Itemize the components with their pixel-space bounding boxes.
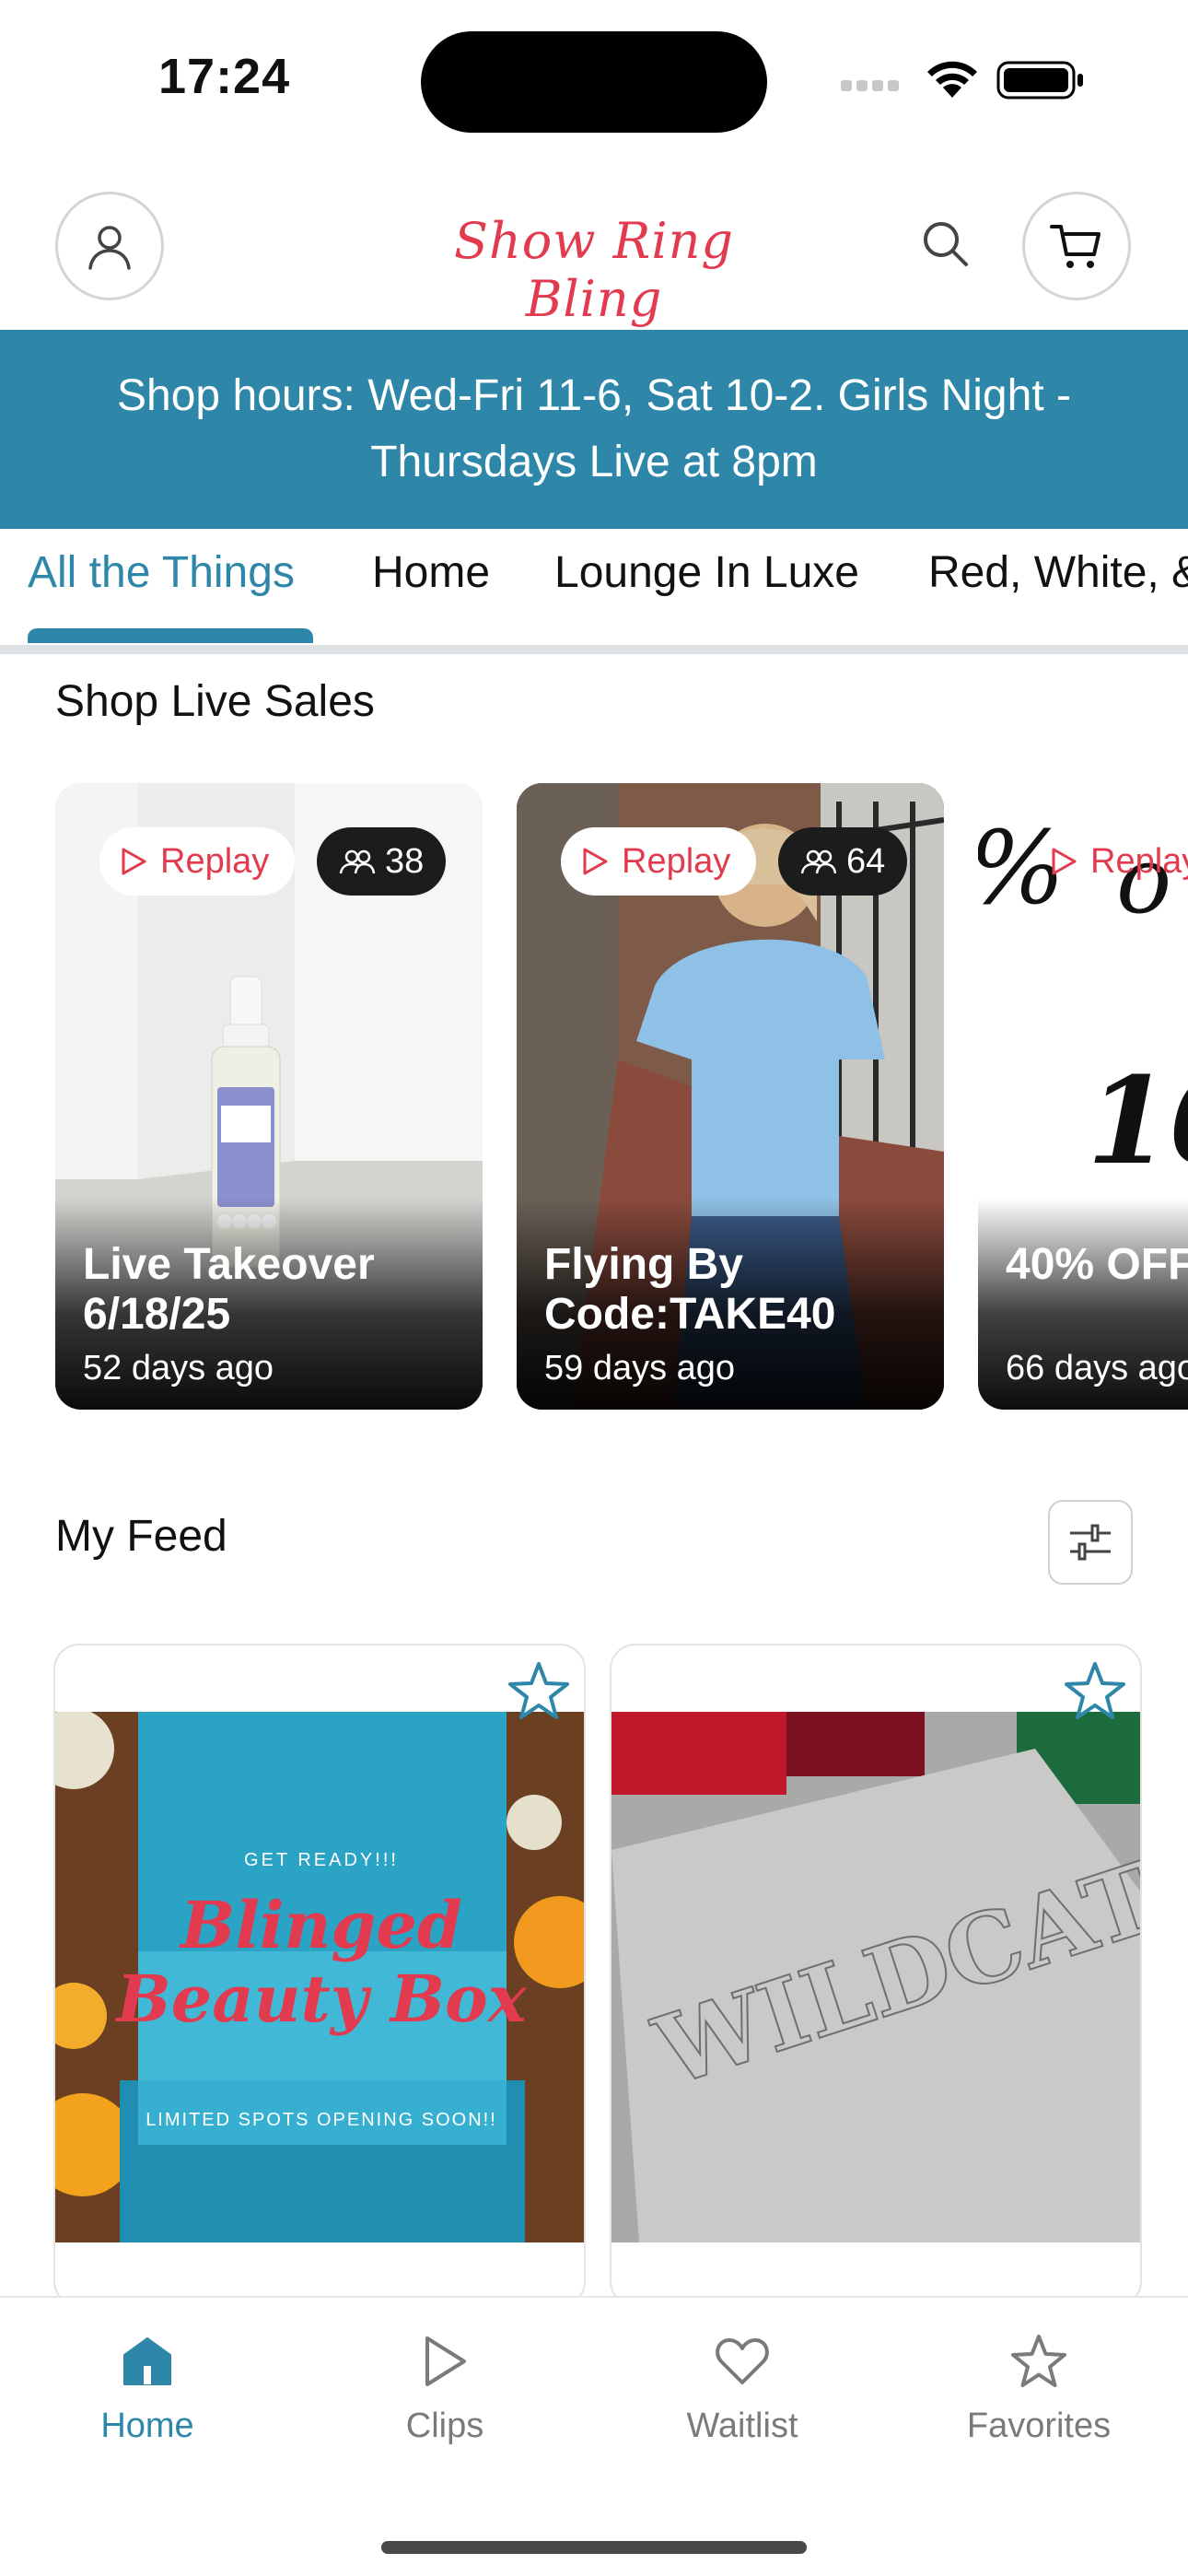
beauty-box-footnote: LIMITED SPOTS OPENING SOON!! <box>146 2110 497 2130</box>
replay-label: Replay <box>160 841 270 881</box>
live-sales-carousel[interactable]: Replay 38 Live Takeover 6/18/25 52 days … <box>0 783 1188 1410</box>
store-logo[interactable]: Show Ring Bling <box>387 212 801 328</box>
cellular-signal-icon <box>841 79 905 94</box>
replay-label: Replay <box>1090 841 1188 881</box>
live-sale-card[interactable]: % o 100 Replay 40% OFF JUNE 66 days ago <box>978 783 1188 1410</box>
sliders-icon <box>1070 1524 1111 1561</box>
tabbar-waitlist[interactable]: Waitlist <box>632 2333 853 2446</box>
dynamic-island <box>421 31 767 133</box>
home-icon <box>123 2337 171 2385</box>
tabbar-favorites-label: Favorites <box>966 2406 1112 2445</box>
play-icon <box>583 848 608 875</box>
live-sale-title: 40% OFF JUNE <box>1006 1240 1188 1289</box>
beauty-box-small-heading: GET READY!!! <box>244 1850 399 1870</box>
heart-icon <box>716 2338 769 2384</box>
replay-badge[interactable]: Replay <box>99 827 296 896</box>
status-bar: 17:24 <box>0 0 1188 157</box>
feed-item-card[interactable]: GET READY!!! Blinged Beauty Box LIMITED … <box>53 1644 586 2307</box>
app-header: Show Ring Bling <box>0 184 1188 328</box>
promo-background-number: 100 <box>1087 1050 1188 1191</box>
profile-button[interactable] <box>55 192 164 300</box>
viewer-count-badge: 38 <box>317 827 447 896</box>
tabbar-home-label: Home <box>100 2406 194 2445</box>
shop-hours-banner: Shop hours: Wed-Fri 11-6, Sat 10-2. Girl… <box>0 330 1188 529</box>
live-sale-title: Flying By Code:TAKE40 <box>544 1240 836 1339</box>
favorite-star-icon[interactable] <box>1063 1658 1127 1723</box>
tab-red-white[interactable]: Red, White, & <box>928 547 1188 598</box>
user-icon <box>88 226 131 270</box>
tab-home[interactable]: Home <box>372 547 490 598</box>
cart-icon <box>1050 225 1101 268</box>
live-sale-title: Live Takeover 6/18/25 <box>83 1240 375 1339</box>
feed-item-image: GET READY!!! Blinged Beauty Box LIMITED … <box>55 1712 584 2242</box>
viewer-count-badge: 64 <box>778 827 908 896</box>
tabbar-waitlist-label: Waitlist <box>686 2406 798 2445</box>
beauty-box-title-line1: Blinged <box>181 1887 462 1963</box>
feed-filter-button[interactable] <box>1048 1500 1133 1585</box>
tab-all-the-things[interactable]: All the Things <box>28 547 295 598</box>
tabs-divider <box>0 645 1188 654</box>
bottom-tab-bar: Home Clips Waitlist Favorites <box>0 2296 1188 2576</box>
replay-badge[interactable]: Replay <box>1030 827 1188 896</box>
status-time: 17:24 <box>158 49 291 104</box>
viewer-count: 64 <box>846 841 886 881</box>
tab-lounge-in-luxe[interactable]: Lounge In Luxe <box>554 547 859 598</box>
tabbar-favorites[interactable]: Favorites <box>928 2333 1149 2446</box>
viewers-icon <box>339 849 376 874</box>
live-sale-card[interactable]: Replay 64 Flying By Code:TAKE40 59 days … <box>517 783 944 1410</box>
battery-icon <box>996 61 1083 100</box>
search-icon <box>924 222 968 266</box>
live-sale-card[interactable]: Replay 38 Live Takeover 6/18/25 52 days … <box>55 783 483 1410</box>
live-sale-age: 52 days ago <box>83 1349 274 1388</box>
play-icon <box>122 848 146 875</box>
tabbar-clips-label: Clips <box>405 2406 484 2445</box>
replay-label: Replay <box>622 841 731 881</box>
home-indicator <box>381 2541 807 2554</box>
tabbar-clips[interactable]: Clips <box>334 2333 555 2446</box>
live-sale-age: 59 days ago <box>544 1349 736 1388</box>
my-feed-title: My Feed <box>55 1512 227 1561</box>
viewers-icon <box>800 849 837 874</box>
viewer-count: 38 <box>385 841 425 881</box>
star-icon <box>1011 2335 1066 2387</box>
play-icon <box>1052 848 1077 875</box>
feed-item-card[interactable]: WILDCATS <box>610 1644 1142 2307</box>
active-tab-indicator <box>28 628 313 643</box>
live-sales-title: Shop Live Sales <box>55 677 375 726</box>
live-sale-age: 66 days ago <box>1006 1349 1188 1388</box>
feed-item-image: WILDCATS <box>611 1712 1140 2242</box>
category-tabs: All the Things Home Lounge In Luxe Red, … <box>0 529 1188 656</box>
tabbar-home[interactable]: Home <box>37 2333 258 2446</box>
search-button[interactable] <box>912 210 978 276</box>
play-icon <box>425 2336 466 2386</box>
beauty-box-title-line2: Beauty Box <box>116 1961 527 2037</box>
replay-badge[interactable]: Replay <box>561 827 757 896</box>
wifi-icon <box>927 61 977 98</box>
cart-button[interactable] <box>1022 192 1131 300</box>
favorite-star-icon[interactable] <box>507 1658 571 1723</box>
